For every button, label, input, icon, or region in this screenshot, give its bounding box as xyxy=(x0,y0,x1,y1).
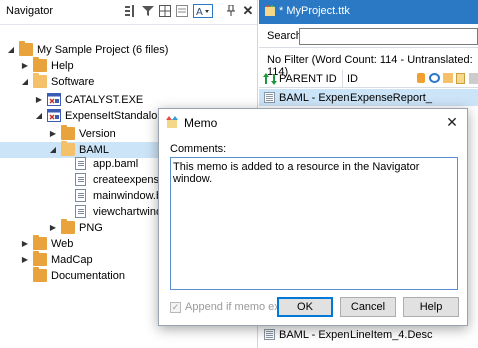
list-icon[interactable] xyxy=(175,4,189,18)
project-folder-icon xyxy=(19,41,33,56)
memo-icon[interactable] xyxy=(456,73,465,84)
text-mode-icon[interactable]: A xyxy=(193,4,213,18)
column-id[interactable]: ID xyxy=(347,73,358,85)
lock-icon[interactable] xyxy=(417,73,425,83)
navigator-divider xyxy=(0,24,257,25)
expand-icon[interactable]: ▶ xyxy=(48,128,58,140)
cell-id: LineItem_4.Desc xyxy=(350,329,433,341)
folder-icon xyxy=(33,251,47,266)
tree-item-label: Software xyxy=(51,76,95,88)
search-bar: Search xyxy=(259,24,478,48)
tree-item[interactable]: ◢ Software xyxy=(0,73,257,90)
folder-icon xyxy=(61,125,75,140)
tree-item-label: My Sample Project (6 files) xyxy=(37,44,169,56)
file-icon xyxy=(75,205,86,218)
close-icon[interactable]: ✕ xyxy=(443,113,461,131)
cell-parent-id: BAML - Expense xyxy=(279,329,349,341)
collapse-icon[interactable]: ◢ xyxy=(34,110,44,122)
sort-arrows-icon[interactable] xyxy=(263,73,277,85)
grid-row[interactable]: BAML - ExpenseLineItem_4.Desc xyxy=(259,326,478,343)
tree-item-label: PNG xyxy=(79,222,103,234)
collapse-icon[interactable]: ◢ xyxy=(20,76,30,88)
tree-item-label: MadCap xyxy=(51,254,93,266)
folder-icon[interactable] xyxy=(443,73,453,83)
expand-icon[interactable]: ▶ xyxy=(20,60,30,72)
tree-item[interactable]: ▶ CATALYST.EXE xyxy=(0,92,257,108)
comments-textarea[interactable]: This memo is added to a resource in the … xyxy=(170,157,458,290)
dialog-title: Memo xyxy=(184,116,218,130)
column-divider xyxy=(342,70,343,88)
expand-icon[interactable]: ▶ xyxy=(20,254,30,266)
help-button[interactable]: Help xyxy=(403,297,459,317)
file-icon xyxy=(75,157,86,170)
tab-project[interactable]: * MyProject.ttk xyxy=(259,0,478,24)
comments-label: Comments: xyxy=(170,143,227,155)
close-icon[interactable]: ✕ xyxy=(241,3,255,18)
tree-item-label: Help xyxy=(51,60,74,72)
resource-icon xyxy=(264,329,275,340)
expand-icon[interactable]: ▶ xyxy=(48,222,58,234)
memo-dialog: Memo ✕ Comments: This memo is added to a… xyxy=(158,108,468,326)
cell-parent-id: BAML - Expense xyxy=(279,92,349,104)
search-label: Search xyxy=(267,30,302,42)
folder-icon xyxy=(61,219,75,234)
move-icon[interactable] xyxy=(124,4,138,18)
collapse-icon[interactable]: ◢ xyxy=(48,144,58,156)
grid-header: PARENT ID ID xyxy=(259,70,478,88)
tree-item[interactable]: ▶ Help xyxy=(0,57,257,74)
file-icon xyxy=(75,189,86,202)
eye-icon[interactable] xyxy=(429,73,440,83)
append-checkbox[interactable]: ✓ xyxy=(170,302,181,313)
resource-icon xyxy=(264,92,275,103)
tab-title: * MyProject.ttk xyxy=(279,5,350,17)
tree-item-label: app.baml xyxy=(93,158,139,170)
navigator-title: Navigator xyxy=(6,5,54,17)
grid-icon[interactable] xyxy=(158,4,172,18)
tree-item-label: Documentation xyxy=(51,270,125,282)
tree-item-label: Web xyxy=(51,238,74,250)
exe-icon xyxy=(47,93,61,106)
tree-item[interactable]: ◢ My Sample Project (6 files) xyxy=(0,41,257,58)
folder-icon xyxy=(33,57,47,72)
expand-icon[interactable]: ▶ xyxy=(20,238,30,250)
folder-icon xyxy=(33,267,47,282)
project-file-icon xyxy=(265,5,275,16)
navigator-header: Navigator A ✕ xyxy=(0,0,257,24)
tree-item-label: BAML xyxy=(79,144,109,156)
cancel-button[interactable]: Cancel xyxy=(340,297,396,317)
search-input[interactable] xyxy=(299,28,478,45)
folder-icon xyxy=(33,235,47,250)
folder-open-icon xyxy=(33,73,47,88)
cell-id: ExpenseReport_ xyxy=(350,92,432,104)
expand-icon[interactable]: ▶ xyxy=(34,94,44,106)
svg-text:A: A xyxy=(196,7,203,17)
folder-open-icon xyxy=(61,141,75,156)
ok-button[interactable]: OK xyxy=(277,297,333,317)
exe-icon xyxy=(47,109,61,122)
pin-icon[interactable] xyxy=(224,4,238,18)
tree-item-label: CATALYST.EXE xyxy=(65,94,144,106)
column-parent-id[interactable]: PARENT ID xyxy=(279,73,337,85)
grid-row[interactable]: BAML - ExpenseExpenseReport_ xyxy=(259,89,478,106)
file-icon xyxy=(75,173,86,186)
filter-icon[interactable] xyxy=(141,4,155,18)
tree-item-label: Version xyxy=(79,128,116,140)
more-columns-icon[interactable] xyxy=(469,73,478,84)
collapse-icon[interactable]: ◢ xyxy=(6,44,16,56)
memo-app-icon xyxy=(166,116,178,128)
